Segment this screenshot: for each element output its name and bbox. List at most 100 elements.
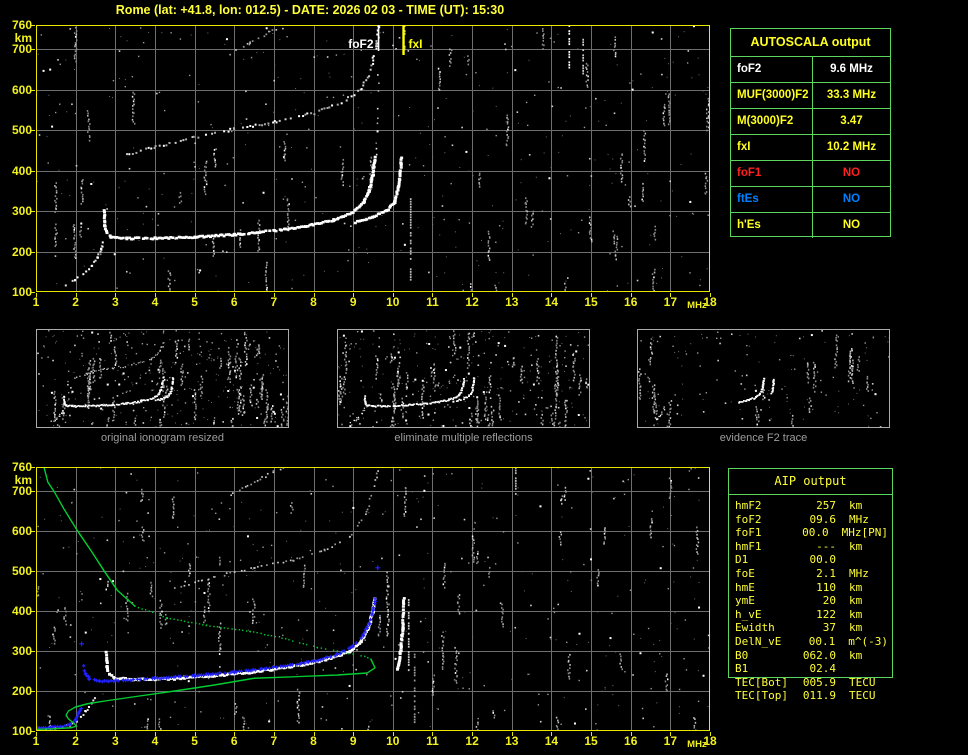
aip-value: 37 [822, 621, 836, 635]
aip-label: ymE [735, 594, 755, 608]
x-axis-tick-label: 7 [270, 295, 278, 309]
aip-label: hmF1 [735, 539, 762, 553]
aip-row: hmF1 --- km [728, 540, 893, 554]
aip-note [888, 635, 893, 649]
thumbnail-original-canvas [37, 330, 288, 427]
autoscala-row: fxI 10.2 MHz [731, 134, 890, 160]
aip-label: B0 [735, 648, 749, 662]
x-axis-tick-label: 15 [584, 734, 598, 748]
autoscala-output-table: AUTOSCALA output foF2 9.6 MHz MUF(3000)F2 3… [730, 28, 891, 238]
x-axis-tick-label: 12 [465, 734, 479, 748]
aip-row: D1 00.0 [728, 553, 893, 567]
aip-row: Ewidth 37 km [728, 621, 893, 635]
autoscala-row-label: fxI [731, 135, 813, 160]
main-ionogram-canvas [30, 19, 716, 300]
aip-unit: km [849, 539, 863, 553]
x-axis-tick-label: 7 [270, 734, 278, 748]
aip-unit: km [849, 594, 863, 608]
aip-row: foF1 00.0 MHz [PN] [728, 526, 893, 540]
aip-note [888, 689, 893, 703]
aip-unit: TECU [849, 689, 876, 703]
aip-label: D1 [735, 553, 749, 567]
x-axis-tick-label: 3 [111, 295, 119, 309]
y-axis-unit-label: km [14, 473, 32, 487]
x-axis-tick-label: 11 [426, 295, 439, 309]
aip-value: 005.9 [802, 675, 836, 689]
y-axis-tick-label: 400 [11, 604, 32, 618]
aip-row: hmE 110 km [728, 581, 893, 595]
thumbnail-eliminate-reflections [337, 329, 590, 428]
aip-note [888, 540, 893, 554]
x-axis-tick-label: 10 [386, 734, 400, 748]
aip-value: 00.0 [809, 553, 837, 567]
aip-note [888, 676, 893, 690]
x-axis-tick-label: 8 [310, 734, 317, 748]
x-axis-tick-label: 5 [191, 295, 198, 309]
x-axis-tick-label: 13 [505, 734, 519, 748]
aip-note [888, 594, 893, 608]
x-axis-tick-label: 12 [465, 295, 479, 309]
aip-unit: km [849, 621, 863, 635]
x-axis-tick-label: 4 [151, 295, 159, 309]
x-axis-tick-label: 10 [386, 295, 400, 309]
autoscala-screen: Rome (lat: +41.8, lon: 012.5) - DATE: 20… [0, 0, 968, 755]
aip-value: --- [816, 539, 836, 553]
profile-plot-canvas [30, 461, 716, 739]
y-axis-tick-label: 500 [11, 564, 32, 578]
autoscala-table-rows: foF2 9.6 MHz MUF(3000)F2 33.3 MHz M(3000)F2 3… [731, 56, 890, 238]
aip-value: 2.1 [816, 566, 836, 580]
y-axis-tick-label: 200 [11, 684, 32, 698]
aip-row: hmF2 257 km [728, 499, 893, 513]
aip-row: DelN_vE 00.1 m^(-3) [728, 635, 893, 649]
aip-label: DelN_vE [735, 634, 782, 648]
aip-label: TEC[Bot] [735, 675, 788, 689]
aip-unit: km [849, 607, 863, 621]
aip-unit: MHz [841, 526, 862, 540]
aip-label: hmF2 [735, 499, 762, 512]
aip-unit: MHz [849, 512, 869, 526]
x-axis-tick-label: 3 [111, 734, 119, 748]
aip-unit [836, 662, 849, 676]
autoscala-row-value: 9.6 MHz [830, 63, 873, 75]
autoscala-row-label: foF2 [731, 57, 813, 82]
autoscala-row-label: ftEs [731, 187, 813, 212]
x-axis-tick-label: 5 [191, 734, 198, 748]
y-axis-tick-label: 600 [11, 524, 32, 538]
aip-value: 00.1 [808, 634, 836, 648]
aip-label: B1 [735, 662, 749, 676]
autoscala-row-label: M(3000)F2 [731, 109, 813, 134]
thumbnail-caption-original: original ionogram resized [101, 432, 224, 444]
autoscala-table-title: AUTOSCALA output [750, 35, 871, 49]
thumbnail-evidence-canvas [638, 330, 889, 427]
x-axis-tick-label: 14 [544, 734, 559, 748]
aip-value: 011.9 [802, 689, 836, 703]
x-axis-tick-label: 2 [72, 734, 79, 748]
autoscala-row-value: 10.2 MHz [826, 141, 877, 153]
autoscala-row: MUF(3000)F2 33.3 MHz [731, 82, 890, 108]
x-axis-tick-label: 13 [505, 295, 519, 309]
autoscala-row-label: h'Es [731, 213, 813, 238]
aip-label: h_vE [735, 607, 762, 621]
x-axis-tick-label: 4 [151, 734, 159, 748]
y-axis-tick-label: 700 [11, 42, 32, 57]
y-axis-tick-label: 300 [11, 204, 32, 219]
aip-note [888, 608, 893, 622]
x-axis-tick-label: 16 [624, 295, 638, 309]
autoscala-row: h'Es NO [731, 212, 890, 238]
aip-row: TEC[Top] 011.9 TECU [728, 689, 893, 703]
aip-unit: TECU [849, 675, 876, 689]
x-axis-tick-label: 17 [663, 734, 678, 748]
aip-header-separator [728, 494, 893, 495]
autoscala-row-value: 33.3 MHz [826, 89, 877, 101]
x-axis-tick-label: 9 [349, 295, 357, 309]
aip-note [888, 513, 893, 527]
aip-value: 02.4 [809, 662, 837, 676]
aip-note [888, 581, 893, 595]
aip-note: [PN] [861, 526, 889, 540]
aip-unit: km [849, 580, 863, 594]
x-axis-tick-label: 6 [230, 734, 238, 748]
aip-note [888, 649, 893, 663]
y-axis-tick-label: 500 [11, 123, 32, 138]
autoscala-row: foF1 NO [731, 160, 890, 186]
aip-unit [836, 553, 849, 567]
